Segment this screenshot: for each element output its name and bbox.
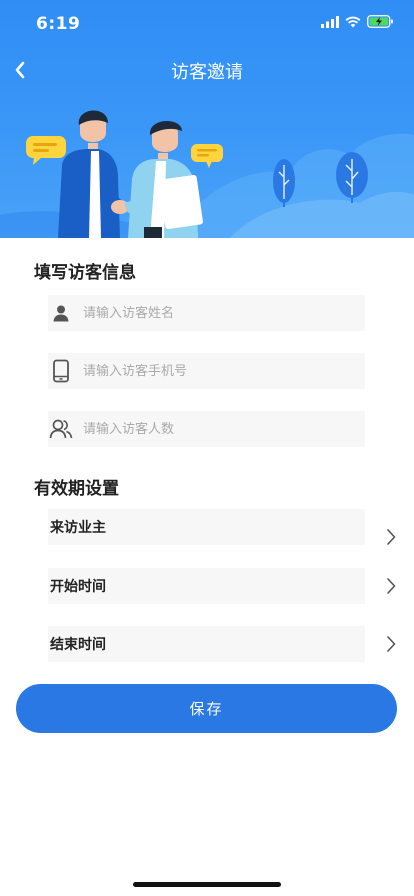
start-time-label: 开始时间 <box>50 579 106 595</box>
home-indicator <box>133 882 281 887</box>
signal-icon <box>321 15 339 28</box>
visitor-info-heading: 填写访客信息 <box>34 263 136 283</box>
end-time-select[interactable]: 结束时间 <box>48 626 365 662</box>
save-button[interactable]: 保存 <box>16 684 397 733</box>
visitor-phone-input[interactable] <box>83 363 343 379</box>
chevron-right-icon[interactable] <box>383 526 399 548</box>
wifi-icon <box>345 16 361 27</box>
chevron-right-icon[interactable] <box>383 633 399 655</box>
group-icon <box>49 417 73 441</box>
page-title: 访客邀请 <box>171 62 243 83</box>
visitor-phone-field-row <box>48 353 365 389</box>
end-time-label: 结束时间 <box>50 637 106 653</box>
header-banner: 6:19 访客邀请 <box>0 0 414 238</box>
visitor-name-input[interactable] <box>83 305 343 321</box>
status-icons <box>321 15 394 28</box>
person-icon <box>49 301 73 325</box>
visitor-count-input[interactable] <box>83 421 343 437</box>
visitor-name-field-row <box>48 295 365 331</box>
visitor-count-field-row <box>48 411 365 447</box>
visited-owner-label: 来访业主 <box>50 520 106 536</box>
visited-owner-select[interactable]: 来访业主 <box>48 509 365 545</box>
start-time-select[interactable]: 开始时间 <box>48 568 365 604</box>
mobile-phone-icon <box>49 359 73 383</box>
status-bar: 6:19 <box>0 0 414 50</box>
battery-charging-icon <box>367 15 393 28</box>
validity-heading: 有效期设置 <box>34 479 119 499</box>
status-time: 6:19 <box>36 14 81 34</box>
chevron-right-icon[interactable] <box>383 575 399 597</box>
visitor-handshake-illustration <box>0 110 414 238</box>
